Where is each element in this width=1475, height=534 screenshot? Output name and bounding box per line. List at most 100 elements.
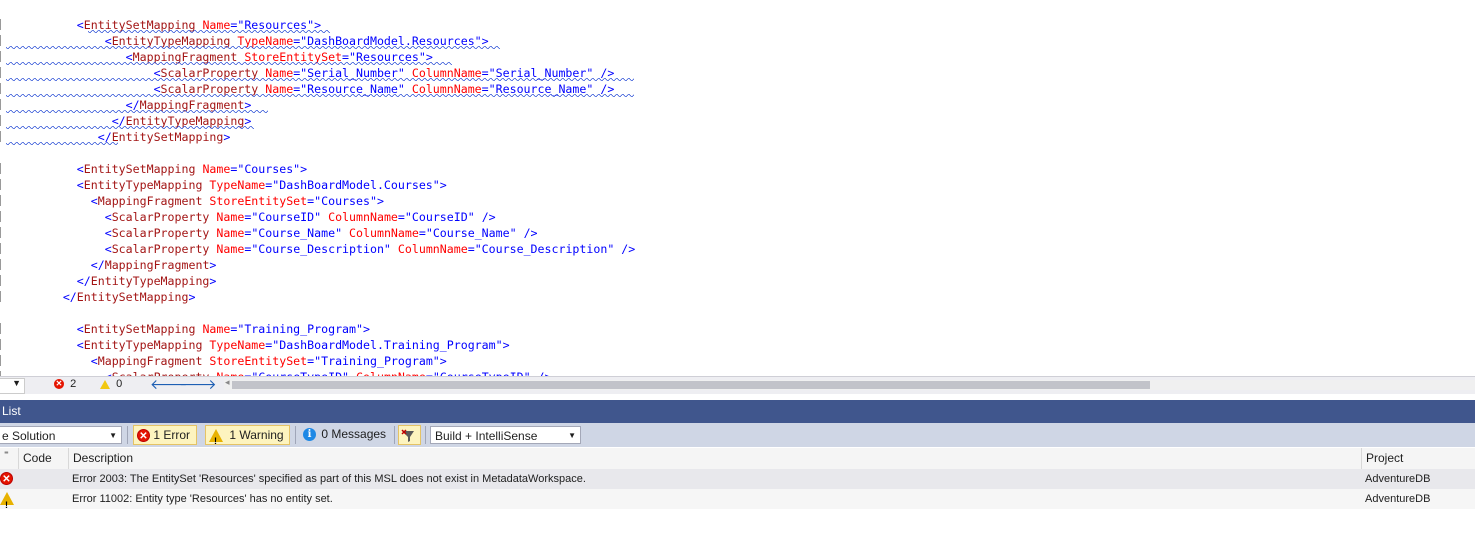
description-cell: Error 2003: The EntitySet 'Resources' sp…	[72, 473, 586, 485]
code-token: >	[439, 354, 447, 368]
code-token: <	[90, 194, 98, 208]
code-token: >	[223, 130, 231, 144]
arrow-right-icon: 🡒	[179, 376, 217, 392]
code-line: <EntitySetMapping Name="Training_Program…	[0, 321, 370, 337]
navigate-forward-button[interactable]: 🡒	[179, 376, 217, 393]
messages-filter-button[interactable]: i 0 Messages	[300, 425, 390, 445]
filter-icon	[401, 429, 414, 442]
error-squiggle	[6, 94, 634, 97]
errors-filter-button[interactable]: ✕ 1 Error	[133, 425, 197, 445]
gutter-mark	[0, 19, 1, 30]
error-squiggle	[6, 110, 268, 113]
code-token: />	[474, 210, 496, 224]
code-token: MappingFragment	[104, 258, 210, 272]
error-squiggle	[6, 126, 254, 129]
error-list-header: ⁼ Code Description Project	[0, 448, 1475, 470]
code-line: <ScalarProperty Name="CourseID" ColumnNa…	[0, 209, 496, 225]
code-token: />	[516, 226, 538, 240]
warning-icon	[100, 379, 110, 389]
error-squiggle	[6, 62, 452, 65]
error-indicator[interactable]: ✕ 2	[54, 378, 76, 390]
code-token: EntitySetMapping	[83, 322, 196, 336]
scope-select[interactable]: e Solution ▼	[0, 426, 122, 444]
code-token: "DashBoardModel.Courses"	[272, 178, 440, 192]
code-line: <EntitySetMapping Name="Courses">	[0, 161, 307, 177]
code-token: MappingFragment	[97, 354, 203, 368]
zoom-dropdown[interactable]: ▼	[0, 378, 25, 394]
panel-title: List	[2, 404, 21, 418]
code-token: >	[209, 274, 217, 288]
code-token: "Courses"	[314, 194, 377, 208]
gutter-mark	[0, 339, 1, 350]
gutter-mark	[0, 227, 1, 238]
code-token: ScalarProperty	[111, 210, 210, 224]
code-token: "Course_Name"	[425, 226, 517, 240]
scrollbar-thumb[interactable]	[232, 381, 1150, 389]
source-select[interactable]: Build + IntelliSense ▼	[430, 426, 581, 444]
toolbar-separator	[394, 426, 395, 444]
code-token: Name	[202, 162, 231, 176]
code-column-header[interactable]: Code	[18, 448, 68, 469]
code-token: "Course_Description"	[251, 242, 391, 256]
scroll-left-icon[interactable]: ◂	[225, 377, 230, 388]
gutter-mark	[0, 51, 1, 62]
error-icon: ✕	[54, 379, 64, 390]
project-cell: AdventureDB	[1365, 473, 1431, 485]
code-line: <EntityTypeMapping TypeName="DashBoardMo…	[0, 177, 447, 193]
chevron-down-icon: ▼	[109, 431, 117, 440]
code-token: Name	[216, 242, 245, 256]
gutter-mark	[0, 211, 1, 222]
code-token: Name	[216, 226, 245, 240]
code-token: >	[188, 290, 196, 304]
gutter-mark	[0, 163, 1, 174]
code-token: EntitySetMapping	[111, 130, 224, 144]
project-column-header[interactable]: Project	[1361, 448, 1475, 469]
code-line: <ScalarProperty Name="Course_Description…	[0, 241, 636, 257]
description-cell: Error 11002: Entity type 'Resources' has…	[72, 493, 333, 505]
code-token: />	[614, 242, 636, 256]
error-squiggle	[6, 78, 634, 81]
code-token: "Course_Description"	[474, 242, 615, 256]
code-token: MappingFragment	[97, 194, 203, 208]
code-token: </	[90, 258, 105, 272]
filter-button[interactable]	[398, 425, 421, 445]
code-editor[interactable]: <EntitySetMapping Name="Resources"> <Ent…	[0, 0, 1475, 376]
code-token: <	[90, 354, 98, 368]
code-token: EntityTypeMapping	[90, 274, 210, 288]
code-line: </MappingFragment>	[0, 257, 217, 273]
toolbar-separator	[425, 426, 426, 444]
code-line: <ScalarProperty Name="CourseTypeID" Colu…	[0, 369, 552, 376]
description-column-header[interactable]: Description	[68, 448, 1361, 469]
table-row[interactable]: ! Error 11002: Entity type 'Resources' h…	[0, 489, 1475, 510]
table-row[interactable]: ✕ Error 2003: The EntitySet 'Resources' …	[0, 469, 1475, 489]
warning-indicator[interactable]: 0	[100, 378, 122, 390]
gutter-mark	[0, 83, 1, 94]
code-token: Name	[216, 210, 245, 224]
code-token: "Training_Program"	[314, 354, 440, 368]
info-icon: i	[303, 428, 316, 442]
error-icon: ✕	[137, 429, 150, 443]
error-squiggle	[6, 142, 118, 145]
warnings-filter-button[interactable]: ! 1 Warning	[205, 425, 290, 446]
severity-column-header[interactable]: ⁼	[0, 448, 18, 469]
code-token: "CourseID"	[404, 210, 475, 224]
code-token: StoreEntitySet	[209, 194, 308, 208]
code-token: >	[209, 258, 217, 272]
code-token: ScalarProperty	[111, 242, 210, 256]
code-token: ColumnName	[328, 210, 398, 224]
gutter-mark	[0, 131, 1, 142]
code-token: =	[418, 226, 426, 240]
code-token: <	[104, 226, 112, 240]
code-token: ColumnName	[397, 242, 468, 256]
